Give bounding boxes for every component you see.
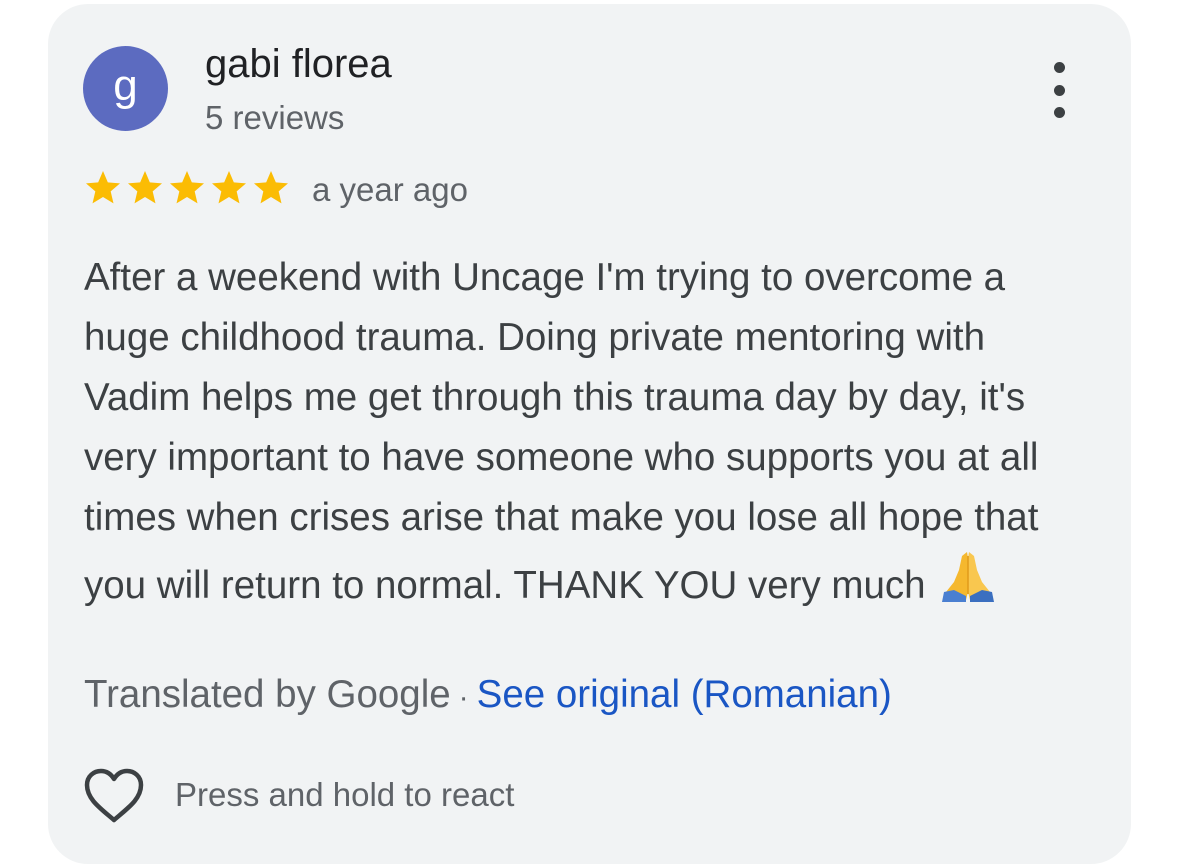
author-name[interactable]: gabi florea (205, 42, 392, 87)
dot (1053, 84, 1065, 96)
review-body: After a weekend with Uncage I'm trying t… (84, 256, 1039, 607)
star-rating (83, 168, 291, 208)
avatar[interactable]: g (83, 46, 168, 131)
star-icon (170, 171, 204, 204)
dot (1053, 107, 1065, 118)
see-original-link[interactable]: See original (Romanian) (477, 673, 892, 716)
review-time: a year ago (312, 171, 468, 208)
more-options-icon[interactable] (1036, 60, 1082, 120)
star-icon (212, 171, 246, 204)
heart-icon[interactable] (82, 766, 146, 826)
react-hint: Press and hold to react (175, 776, 515, 813)
review-text: After a weekend with Uncage I'm trying t… (84, 248, 1094, 622)
avatar-initial: g (113, 60, 138, 110)
folded-hands-icon (940, 548, 996, 622)
translation-notice: Translated by Google · See original (Roman… (84, 665, 892, 728)
dot (1053, 62, 1065, 73)
star-icon (86, 171, 120, 204)
separator: · (458, 681, 469, 714)
translated-by-label: Translated by Google (84, 673, 451, 716)
star-icon (254, 171, 288, 204)
star-icon (128, 171, 162, 204)
author-review-count: 5 reviews (205, 99, 345, 136)
